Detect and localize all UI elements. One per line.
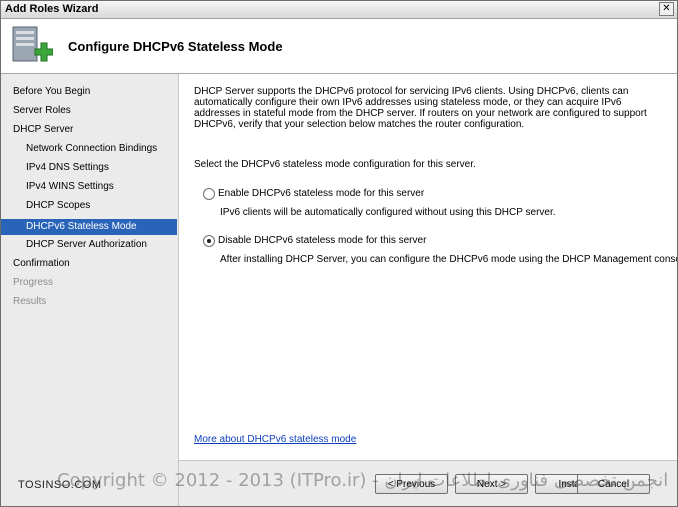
tosinso-logo: TOSINSO.COM — [18, 479, 102, 491]
more-info-link[interactable]: More about DHCPv6 stateless mode — [194, 434, 356, 445]
enable-option-label[interactable]: Enable DHCPv6 stateless mode for this se… — [218, 188, 424, 199]
nav-item-server-roles[interactable]: Server Roles — [1, 103, 177, 119]
wizard-header: Configure DHCPv6 Stateless Mode — [1, 19, 677, 74]
nav-item-ipv4-wins-settings[interactable]: IPv4 WINS Settings — [1, 179, 177, 195]
next-button[interactable]: Next > — [455, 474, 528, 494]
content-pane: DHCP Server supports the DHCPv6 protocol… — [179, 74, 677, 460]
enable-radio[interactable] — [203, 188, 215, 200]
nav-item-dhcpv6-stateless-mode[interactable]: DHCPv6 Stateless Mode — [1, 219, 177, 235]
cancel-button[interactable]: Cancel — [577, 474, 650, 494]
close-icon: ✕ — [662, 3, 671, 14]
page-title: Configure DHCPv6 Stateless Mode — [68, 39, 283, 54]
disable-option-description: After installing DHCP Server, you can co… — [220, 254, 678, 265]
nav-item-dhcp-server[interactable]: DHCP Server — [1, 122, 177, 138]
nav-item-ipv4-dns-settings[interactable]: IPv4 DNS Settings — [1, 160, 177, 176]
previous-button[interactable]: < Previous — [375, 474, 448, 494]
nav-item-dhcp-server-authorization[interactable]: DHCP Server Authorization — [1, 237, 177, 253]
title-bar[interactable]: Add Roles Wizard ✕ — [1, 1, 677, 19]
disable-radio[interactable] — [203, 235, 215, 247]
radio-selected-dot — [207, 239, 211, 243]
server-role-icon — [12, 26, 53, 62]
nav-item-results: Results — [13, 296, 47, 307]
description-text: DHCP Server supports the DHCPv6 protocol… — [194, 86, 647, 130]
button-bar: < Previous Next > Install Cancel — [179, 460, 677, 506]
nav-item-network-connection-bindings[interactable]: Network Connection Bindings — [1, 141, 177, 157]
wizard-window: Add Roles Wizard ✕ Configure DHCPv6 Stat… — [0, 0, 678, 507]
disable-option-label[interactable]: Disable DHCPv6 stateless mode for this s… — [218, 235, 426, 246]
nav-item-dhcp-scopes[interactable]: DHCP Scopes — [1, 198, 177, 214]
nav-item-progress: Progress — [13, 277, 54, 288]
wizard-nav: Before You Begin Server Roles DHCP Serve… — [1, 74, 179, 506]
nav-item-confirmation[interactable]: Confirmation — [1, 256, 177, 272]
enable-option-description: IPv6 clients will be automatically confi… — [220, 207, 556, 218]
nav-item-before-you-begin[interactable]: Before You Begin — [1, 84, 177, 100]
close-button[interactable]: ✕ — [659, 2, 674, 16]
window-title: Add Roles Wizard — [5, 3, 99, 15]
selection-prompt: Select the DHCPv6 stateless mode configu… — [194, 159, 476, 170]
